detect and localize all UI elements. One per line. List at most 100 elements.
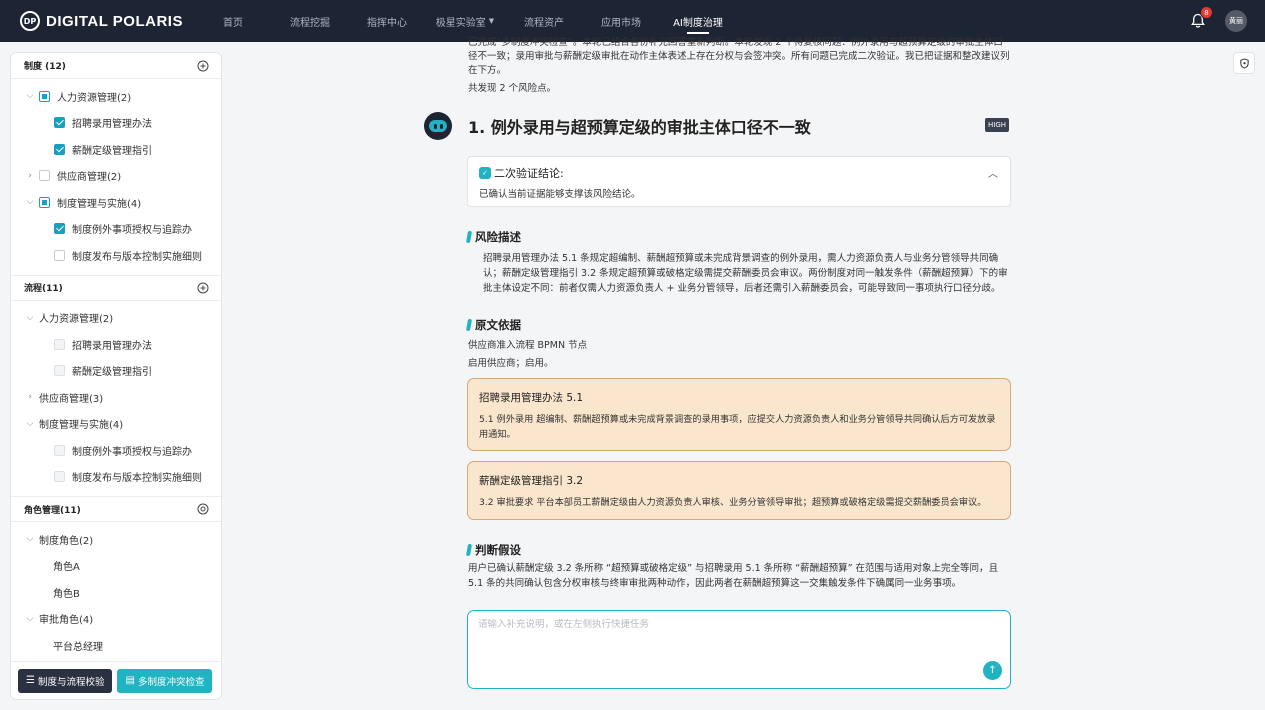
quote-text: 5.1 例外录用 超编制、薪酬超预算或未完成背景调查的录用事项，应提交人力资源负… — [479, 414, 996, 440]
checkbox[interactable] — [54, 117, 65, 129]
tree-row[interactable]: 平台总经理 — [11, 632, 221, 659]
chevron-up-icon[interactable]: ︿ — [988, 165, 998, 180]
policy-tree: ⌵ 人力资源管理(2) 招聘录用管理办法 薪酬定级管理指引 › 供应商管理(2) ⌵… — [11, 79, 221, 275]
settings-icon[interactable] — [197, 503, 209, 515]
roles-section-header: 角色管理(11) — [11, 496, 221, 522]
notification-button[interactable]: 8 — [1187, 6, 1213, 32]
tree-row-label: 角色B — [53, 588, 80, 600]
heading-marker — [465, 544, 473, 556]
checkbox[interactable] — [54, 223, 65, 235]
tree-row[interactable]: ⌵ 制度角色(2) — [11, 526, 221, 553]
checkbox[interactable] — [54, 365, 65, 377]
tree-row-label: 供应商管理(3) — [39, 393, 104, 405]
checkbox[interactable] — [39, 170, 50, 182]
basis-line: 供应商准入流程 BPMN 节点 — [468, 340, 588, 351]
tree-row[interactable]: ⌵ 制度管理与实施(4) — [11, 411, 221, 438]
caret-down-icon: ▼ — [488, 17, 495, 25]
process-section-title: 流程(11) — [24, 284, 63, 294]
tree-row-label: 供应商管理(2) — [57, 172, 122, 184]
send-button[interactable]: ↑ — [983, 661, 1002, 680]
checkbox[interactable] — [39, 196, 50, 208]
tree-row[interactable]: › 供应商管理(2) — [11, 163, 221, 190]
checkbox[interactable] — [54, 143, 65, 155]
checkbox[interactable] — [54, 444, 65, 456]
message-composer: ↑ — [467, 610, 1011, 689]
tree-row-label: 制度角色(2) — [39, 535, 94, 547]
basis-line: 启用供应商；启用。 — [468, 358, 554, 369]
quote-title: 薪酬定级管理指引 3.2 — [479, 475, 584, 487]
tree-row[interactable]: 制度发布与版本控制实施细则 — [11, 242, 221, 269]
roles-section-title: 角色管理(11) — [24, 505, 81, 516]
heading-label: 判断假设 — [475, 543, 521, 557]
quote-text: 3.2 审批要求 平台本部员工薪酬定级由人力资源负责人审核、业务分管领导审批；超… — [479, 497, 987, 508]
chevron-down-icon[interactable]: ⌵ — [23, 91, 37, 101]
tree-row[interactable]: 招聘录用管理办法 — [11, 331, 221, 358]
intro-text: 已完成“多制度冲突检查”。本轮已结合各份补充回答重新判断。本轮发现 2 个待复核… — [468, 37, 1010, 76]
tree-row[interactable]: › 供应商管理(3) — [11, 384, 221, 411]
brand-name: DIGITAL POLARIS — [46, 12, 183, 30]
chevron-down-icon[interactable]: ⌵ — [23, 614, 37, 624]
tree-row-label: 招聘录用管理办法 — [72, 340, 152, 352]
risk-count-text: 共发现 2 个风险点。 — [468, 83, 557, 94]
tree-row[interactable]: 角色A — [11, 553, 221, 580]
header-actions: 8 黄丽 — [1187, 0, 1247, 42]
chevron-right-icon[interactable]: › — [23, 171, 37, 181]
heading-label: 风险描述 — [475, 230, 521, 244]
tree-row[interactable]: 招聘录用管理办法 — [11, 110, 221, 137]
add-circle-icon[interactable] — [197, 282, 209, 294]
button-label: 多制度冲突检查 — [137, 676, 205, 688]
verification-card[interactable]: ✓ 二次验证结论: ︿ 已确认当前证据能够支撑该风险结论。 — [467, 156, 1011, 207]
chevron-down-icon[interactable]: ⌵ — [23, 313, 37, 323]
ai-bot-icon — [424, 112, 452, 140]
chevron-down-icon[interactable]: ⌵ — [23, 197, 37, 207]
tree-row-label: 平台总经理 — [53, 641, 103, 653]
multi-policy-conflict-button[interactable]: ▤ 多制度冲突检查 — [117, 668, 213, 693]
nav-item-command-center[interactable]: 指挥中心 — [354, 0, 420, 42]
tree-row[interactable]: ⌵ 审批角色(4) — [11, 606, 221, 633]
tree-row[interactable]: 薪酬定级管理指引 — [11, 136, 221, 163]
verification-header: ✓ 二次验证结论: — [479, 165, 564, 181]
process-section-header: 流程(11) — [11, 274, 221, 301]
tree-row[interactable]: 制度例外事项授权与追踪办 — [11, 437, 221, 464]
tree-row[interactable]: 制度例外事项授权与追踪办 — [11, 216, 221, 243]
basis-heading: 原文依据 — [465, 317, 521, 333]
roles-tree: ⌵ 制度角色(2) 角色A 角色B ⌵ 审批角色(4) 平台总经理 — [11, 522, 221, 665]
sidebar: 制度 (12) ⌵ 人力资源管理(2) 招聘录用管理办法 薪酬定级管理指引 › 供应… — [10, 52, 222, 700]
quote-card: 招聘录用管理办法 5.1 5.1 例外录用 超编制、薪酬超预算或未完成背景调查的… — [467, 378, 1011, 451]
notification-count-badge: 8 — [1200, 6, 1213, 19]
tree-row-label: 薪酬定级管理指引 — [72, 145, 152, 157]
verification-title: 二次验证结论: — [494, 167, 564, 180]
policy-process-check-button[interactable]: ☰ 制度与流程校验 — [18, 668, 113, 693]
shield-icon — [1239, 57, 1249, 69]
nav-item-home[interactable]: 首页 — [200, 0, 266, 42]
tree-row[interactable]: 制度发布与版本控制实施细则 — [11, 464, 221, 491]
checkbox[interactable] — [39, 90, 50, 102]
verified-icon: ✓ — [479, 167, 491, 179]
policy-section-title: 制度 (12) — [24, 62, 66, 72]
tree-row[interactable]: ⌵ 人力资源管理(2) — [11, 305, 221, 332]
tree-row[interactable]: 薪酬定级管理指引 — [11, 358, 221, 385]
chevron-right-icon[interactable]: › — [23, 392, 37, 402]
button-label: 制度与流程校验 — [37, 676, 105, 688]
message-input[interactable] — [478, 619, 978, 630]
chevron-down-icon[interactable]: ⌵ — [23, 419, 37, 429]
heading-marker — [465, 319, 473, 331]
chevron-down-icon[interactable]: ⌵ — [23, 534, 37, 544]
checkbox[interactable] — [54, 338, 65, 350]
checkbox[interactable] — [54, 249, 65, 261]
heading-marker — [465, 231, 473, 243]
nav-item-process-mining[interactable]: 流程挖掘 — [266, 0, 354, 42]
tree-row-label: 人力资源管理(2) — [57, 92, 132, 104]
side-tool-button[interactable] — [1233, 52, 1255, 74]
checkbox[interactable] — [54, 471, 65, 483]
tree-row[interactable]: ⌵ 人力资源管理(2) — [11, 83, 221, 110]
logo[interactable]: DP DIGITAL POLARIS — [20, 11, 200, 31]
assumption-text: 用户已确认薪酬定级 3.2 条所称 “超预算或破格定级” 与招聘录用 5.1 条… — [468, 563, 999, 589]
user-avatar[interactable]: 黄丽 — [1225, 10, 1247, 32]
tree-row[interactable]: 角色B — [11, 579, 221, 606]
heading-label: 原文依据 — [475, 318, 521, 332]
tree-row[interactable]: ⌵ 制度管理与实施(4) — [11, 189, 221, 216]
tree-row-label: 审批角色(4) — [39, 615, 94, 627]
tree-row-label: 人力资源管理(2) — [39, 314, 114, 326]
add-circle-icon[interactable] — [197, 60, 209, 72]
